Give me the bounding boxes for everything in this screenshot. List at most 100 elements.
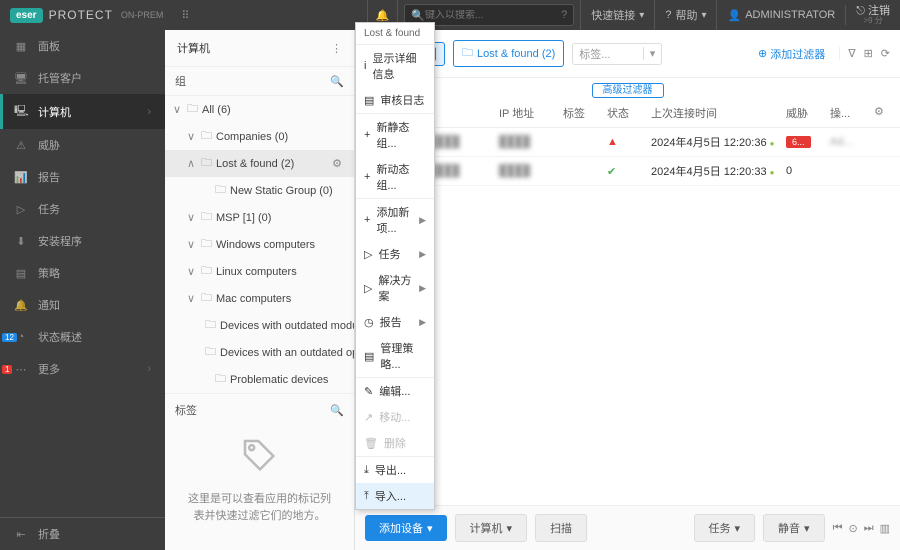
col-threats[interactable]: 威胁: [786, 105, 826, 121]
scan-button[interactable]: 扫描: [535, 514, 587, 542]
user-menu[interactable]: 👤ADMINISTRATOR: [716, 0, 845, 30]
chevron-right-icon: ▶: [419, 215, 426, 226]
col-tags[interactable]: 标签: [563, 105, 603, 121]
group-search-icon[interactable]: 🔍: [330, 75, 344, 88]
groups-tree[interactable]: ∨🗀All (6)∨🗀Companies (0)∧🗀Lost & found (…: [165, 96, 354, 393]
table-row[interactable]: △ ███████ ████ ▲ 2024年4月5日 12:20:36 ● 6.…: [355, 128, 900, 157]
tree-node[interactable]: 🗀Devices with outdated modules: [165, 312, 354, 339]
sidebar-item-7[interactable]: ▤策略: [0, 257, 165, 289]
context-menu-item[interactable]: ◷报告▶: [356, 309, 434, 335]
tree-chevron-icon[interactable]: ∧: [187, 157, 197, 170]
sidebar-label: 策略: [38, 265, 60, 281]
sidebar-item-1[interactable]: 🖥托管客户: [0, 62, 165, 94]
col-ip[interactable]: IP 地址: [499, 105, 559, 121]
page-first-icon[interactable]: ⏮: [833, 522, 843, 535]
sidebar-item-9[interactable]: 12◔状态概述: [0, 321, 165, 353]
tree-node[interactable]: ∧🗀Lost & found (2)⚙: [165, 150, 354, 177]
quick-links-button[interactable]: 快速链接 ▾: [580, 0, 654, 30]
context-menu[interactable]: Lost & found i显示详细信息▤审核日志+新静态组...+新动态组..…: [355, 22, 435, 510]
add-device-button[interactable]: 添加设备 ▾: [365, 515, 447, 541]
tree-node[interactable]: 🗀Problematic devices: [165, 366, 354, 393]
chevron-right-icon: ▶: [419, 283, 426, 294]
context-menu-item[interactable]: ▷解决方案▶: [356, 267, 434, 309]
tag-filter-input[interactable]: 标签...▾: [572, 43, 662, 65]
tree-chevron-icon[interactable]: ∨: [187, 265, 197, 278]
computers-button[interactable]: 计算机 ▾: [455, 514, 528, 542]
context-menu-item[interactable]: ▤审核日志: [356, 87, 434, 113]
sidebar-label: 状态概述: [38, 329, 82, 345]
sidebar-item-5[interactable]: ▷任务: [0, 193, 165, 225]
context-menu-item: 🗑删除: [356, 430, 434, 456]
sidebar-icon: 📊: [14, 171, 28, 184]
table-row[interactable]: △ ███████ ████ ✔ 2024年4月5日 12:20:33 ● 0: [355, 157, 900, 186]
collapse-sidebar[interactable]: ⇤ 折叠: [0, 518, 165, 550]
table-settings-icon[interactable]: ⚙: [874, 105, 892, 121]
apps-grid-icon[interactable]: ⠿: [181, 9, 189, 22]
context-menu-item[interactable]: +新静态组...: [356, 114, 434, 156]
ctx-label: 显示详细信息: [372, 50, 426, 82]
mute-button[interactable]: 静音 ▾: [763, 514, 825, 542]
advanced-filter-button[interactable]: 高级过滤器: [592, 83, 664, 98]
add-filter-button[interactable]: ⊕添加过滤器: [758, 46, 825, 62]
sidebar-item-3[interactable]: ⚠威胁: [0, 129, 165, 161]
group-filter-chip[interactable]: 🗀Lost & found (2): [453, 40, 564, 67]
help-button[interactable]: ?帮助 ▾: [654, 0, 716, 30]
context-menu-item[interactable]: ⤒导入...: [356, 483, 434, 509]
tree-node[interactable]: ∨🗀All (6): [165, 96, 354, 123]
pager[interactable]: ⏮ ⊙ ⏭ ▥: [833, 522, 890, 535]
logout-button[interactable]: ⎋ 注销 >9 分: [845, 5, 900, 26]
tree-node[interactable]: ∨🗀MSP [1] (0): [165, 204, 354, 231]
table-header: △ 名称 IP 地址 标签 状态 上次连接时间 威胁 操... ⚙: [355, 99, 900, 128]
context-menu-item[interactable]: ⤓导出...: [356, 457, 434, 483]
tasks-button[interactable]: 任务 ▾: [694, 514, 756, 542]
folder-icon: 🗀: [201, 208, 212, 227]
panel-more-icon[interactable]: ⋮: [331, 42, 342, 55]
folder-icon: 🗀: [201, 289, 212, 308]
col-action[interactable]: 操...: [830, 105, 870, 121]
search-help-icon[interactable]: ?: [561, 9, 567, 21]
groups-heading: 组: [175, 73, 186, 89]
page-size-icon[interactable]: ▥: [880, 522, 890, 535]
tree-node[interactable]: ∨🗀Windows computers: [165, 231, 354, 258]
collapse-icon: ⇤: [14, 528, 28, 541]
sidebar-item-0[interactable]: ▦面板: [0, 30, 165, 62]
context-menu-item[interactable]: +添加新项...▶: [356, 199, 434, 241]
col-status[interactable]: 状态: [607, 105, 647, 121]
sidebar-item-4[interactable]: 📊报告: [0, 161, 165, 193]
sidebar-item-10[interactable]: 1⋯更多›: [0, 353, 165, 385]
context-menu-item[interactable]: ✎编辑...: [356, 378, 434, 404]
ctx-icon: ▤: [364, 94, 374, 107]
sidebar-item-6[interactable]: ⬇安装程序: [0, 225, 165, 257]
sidebar-item-8[interactable]: 🔔通知: [0, 289, 165, 321]
ctx-icon: ▷: [364, 282, 372, 295]
page-last-icon[interactable]: ⏭: [864, 522, 874, 535]
refresh-icon[interactable]: ⟳: [881, 47, 890, 60]
filter-icon[interactable]: ∇: [848, 47, 855, 60]
context-menu-item[interactable]: ▷任务▶: [356, 241, 434, 267]
tree-label: New Static Group (0): [230, 185, 333, 197]
sidebar-item-2[interactable]: 🖳计算机›: [0, 94, 165, 129]
search-input[interactable]: [425, 10, 561, 21]
context-menu-item[interactable]: ▤管理策略...: [356, 335, 434, 377]
tree-node[interactable]: 🗀Devices with an outdated operating syst…: [165, 339, 354, 366]
folder-icon: 🗀: [201, 235, 212, 254]
preset-icon[interactable]: ⊞: [864, 47, 873, 60]
gear-icon[interactable]: ⚙: [332, 157, 348, 170]
tree-chevron-icon[interactable]: ∨: [173, 103, 183, 116]
context-menu-item[interactable]: i显示详细信息: [356, 45, 434, 87]
tags-search-icon[interactable]: 🔍: [330, 404, 344, 417]
tree-node[interactable]: 🗀New Static Group (0): [165, 177, 354, 204]
tree-label: Linux computers: [216, 266, 297, 278]
sidebar-label: 威胁: [38, 137, 60, 153]
sidebar-icon: ▦: [14, 40, 28, 53]
tree-node[interactable]: ∨🗀Companies (0): [165, 123, 354, 150]
tree-chevron-icon[interactable]: ∨: [187, 211, 197, 224]
tree-node[interactable]: ∨🗀Linux computers: [165, 258, 354, 285]
tree-chevron-icon[interactable]: ∨: [187, 292, 197, 305]
folder-icon: 🗀: [215, 370, 226, 389]
context-menu-item[interactable]: +新动态组...: [356, 156, 434, 198]
tree-chevron-icon[interactable]: ∨: [187, 130, 197, 143]
tree-node[interactable]: ∨🗀Mac computers: [165, 285, 354, 312]
tree-chevron-icon[interactable]: ∨: [187, 238, 197, 251]
col-time[interactable]: 上次连接时间: [651, 105, 782, 121]
